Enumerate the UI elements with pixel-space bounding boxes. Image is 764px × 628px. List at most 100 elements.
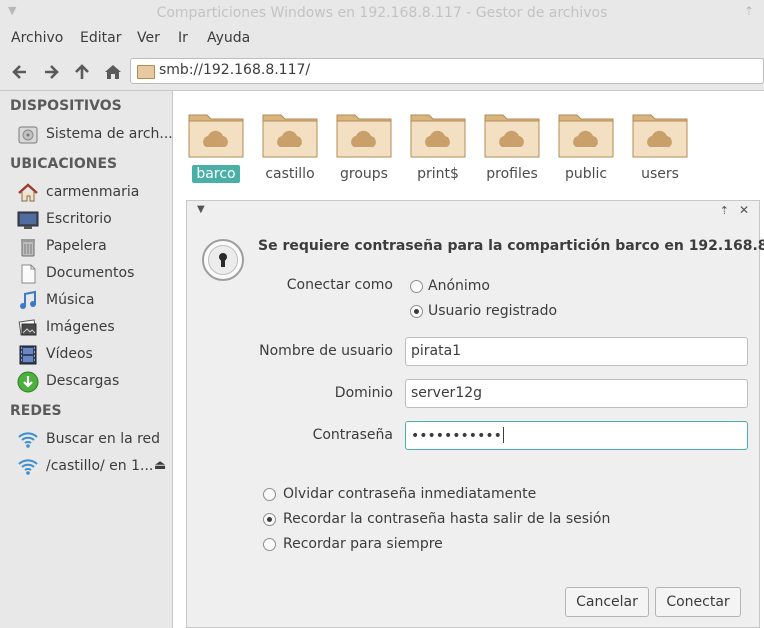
sidebar-item-music[interactable]: Música bbox=[17, 290, 172, 312]
folder-remote-icon bbox=[484, 114, 540, 158]
connect-button[interactable]: Conectar bbox=[655, 587, 741, 617]
network-share-icon bbox=[18, 459, 38, 475]
window-title: Comparticiones Windows en 192.168.8.117 … bbox=[156, 5, 608, 21]
folder-remote-icon bbox=[632, 114, 688, 158]
password-field[interactable]: ••••••••••• bbox=[405, 421, 748, 450]
domain-field[interactable]: server12g bbox=[405, 379, 748, 408]
lock-icon bbox=[202, 239, 244, 281]
share-item-groups[interactable]: groups bbox=[327, 103, 397, 188]
menu-archivo[interactable]: Archivo bbox=[11, 30, 63, 46]
radio-remember-forever[interactable] bbox=[263, 538, 276, 551]
folder-remote-icon bbox=[188, 114, 244, 158]
trash-icon bbox=[21, 239, 35, 257]
sidebar-item-home[interactable]: carmenmaria bbox=[17, 182, 172, 204]
radio-forget-immediately[interactable] bbox=[263, 488, 276, 501]
dialog-menu-icon[interactable]: ▼ bbox=[197, 204, 205, 215]
share-item-users[interactable]: users bbox=[623, 103, 693, 188]
username-value: pirata1 bbox=[411, 343, 462, 359]
section-places: UBICACIONES bbox=[10, 156, 118, 172]
home-icon bbox=[18, 183, 38, 202]
toolbar: smb://192.168.8.117/ bbox=[0, 52, 764, 91]
dialog-close-icon[interactable]: ✕ bbox=[739, 203, 749, 217]
folder-remote-icon bbox=[558, 114, 614, 158]
password-mask: ••••••••••• bbox=[411, 428, 502, 444]
share-label: profiles bbox=[486, 166, 538, 182]
network-icon bbox=[18, 432, 38, 448]
sidebar-item-pictures[interactable]: Imágenes bbox=[17, 317, 172, 339]
window-titlebar: ▼ Comparticiones Windows en 192.168.8.11… bbox=[0, 0, 764, 26]
sidebar-item-label: Escritorio bbox=[46, 211, 112, 227]
sidebar-item-label: Descargas bbox=[46, 373, 120, 389]
music-icon bbox=[20, 290, 36, 309]
video-icon bbox=[19, 345, 37, 365]
sidebar-item-label: Buscar en la red bbox=[46, 431, 161, 447]
back-arrow-icon[interactable] bbox=[10, 62, 30, 82]
text-caret bbox=[502, 427, 504, 443]
radio-anonymous[interactable] bbox=[410, 280, 423, 293]
share-item-print[interactable]: print$ bbox=[401, 103, 471, 188]
dialog-titlebar: ▼ ⇡ ✕ bbox=[187, 201, 759, 223]
section-network: REDES bbox=[10, 403, 62, 419]
radio-registered-user[interactable] bbox=[410, 305, 423, 318]
menubar: Archivo Editar Ver Ir Ayuda bbox=[0, 26, 764, 52]
download-icon bbox=[17, 371, 39, 393]
share-label: groups bbox=[340, 166, 388, 182]
radio-remember-forever-label[interactable]: Recordar para siempre bbox=[283, 536, 443, 552]
sidebar-item-label: Documentos bbox=[46, 265, 135, 281]
eject-icon[interactable]: ⏏ bbox=[154, 458, 166, 473]
share-item-castillo[interactable]: castillo bbox=[253, 103, 323, 188]
sidebar-item-label: Imágenes bbox=[46, 319, 115, 335]
sidebar-item-browse-network[interactable]: Buscar en la red bbox=[17, 429, 172, 451]
domain-label: Dominio bbox=[334, 385, 393, 401]
share-item-public[interactable]: public bbox=[549, 103, 619, 188]
menu-editar[interactable]: Editar bbox=[80, 30, 121, 46]
location-bar[interactable]: smb://192.168.8.117/ bbox=[130, 58, 764, 84]
sidebar-item-label: carmenmaria bbox=[46, 184, 140, 200]
pictures-icon bbox=[18, 319, 37, 336]
sidebar-item-trash[interactable]: Papelera bbox=[17, 236, 172, 258]
radio-forget-immediately-label[interactable]: Olvidar contraseña inmediatamente bbox=[283, 486, 536, 502]
sidebar-item-desktop[interactable]: Escritorio bbox=[17, 209, 172, 231]
folder-remote-icon bbox=[262, 114, 318, 158]
share-item-barco[interactable]: barco bbox=[179, 103, 249, 188]
password-dialog: ▼ ⇡ ✕ Se requiere contraseña para la com… bbox=[186, 200, 764, 628]
radio-remember-session-label[interactable]: Recordar la contraseña hasta salir de la… bbox=[283, 511, 610, 527]
username-label: Nombre de usuario bbox=[259, 343, 393, 359]
sidebar-item-documents[interactable]: Documentos bbox=[17, 263, 172, 285]
domain-value: server12g bbox=[411, 385, 483, 401]
maximize-icon[interactable]: ⇡ bbox=[744, 4, 754, 18]
folder-remote-icon bbox=[336, 114, 392, 158]
radio-anonymous-label[interactable]: Anónimo bbox=[428, 278, 490, 294]
sidebar-item-castillo-share[interactable]: /castillo/ en 1... ⏏ bbox=[17, 456, 172, 478]
share-label: castillo bbox=[265, 166, 315, 182]
cancel-button[interactable]: Cancelar bbox=[565, 587, 649, 617]
share-item-profiles[interactable]: profiles bbox=[475, 103, 545, 188]
sidebar-item-downloads[interactable]: Descargas bbox=[17, 371, 172, 393]
radio-remember-session[interactable] bbox=[263, 513, 276, 526]
folder-remote-icon bbox=[410, 114, 466, 158]
sidebar: DISPOSITIVOS Sistema de arch... UBICACIO… bbox=[0, 91, 173, 628]
dialog-maximize-icon[interactable]: ⇡ bbox=[720, 204, 729, 217]
home-icon[interactable] bbox=[103, 62, 123, 82]
share-label: print$ bbox=[417, 166, 459, 182]
sidebar-item-label: Música bbox=[46, 292, 95, 308]
forward-arrow-icon[interactable] bbox=[41, 62, 61, 82]
sidebar-item-label: Sistema de arch... bbox=[46, 126, 173, 142]
sidebar-item-label: Vídeos bbox=[46, 346, 93, 362]
menu-ayuda[interactable]: Ayuda bbox=[207, 30, 250, 46]
menu-ir[interactable]: Ir bbox=[178, 30, 188, 46]
radio-registered-user-label[interactable]: Usuario registrado bbox=[428, 303, 557, 319]
password-label: Contraseña bbox=[312, 427, 393, 443]
share-label: users bbox=[641, 166, 679, 182]
sidebar-item-label: /castillo/ en 1... bbox=[46, 458, 154, 474]
sidebar-item-videos[interactable]: Vídeos bbox=[17, 344, 172, 366]
sidebar-item-filesystem[interactable]: Sistema de arch... bbox=[17, 124, 173, 146]
username-field[interactable]: pirata1 bbox=[405, 337, 748, 366]
menu-ver[interactable]: Ver bbox=[137, 30, 160, 46]
folder-icon bbox=[137, 65, 155, 79]
desktop-icon bbox=[17, 211, 39, 229]
share-label: public bbox=[564, 166, 608, 182]
sidebar-item-label: Papelera bbox=[46, 238, 107, 254]
up-arrow-icon[interactable] bbox=[72, 62, 92, 82]
connect-as-label: Conectar como bbox=[286, 277, 393, 293]
